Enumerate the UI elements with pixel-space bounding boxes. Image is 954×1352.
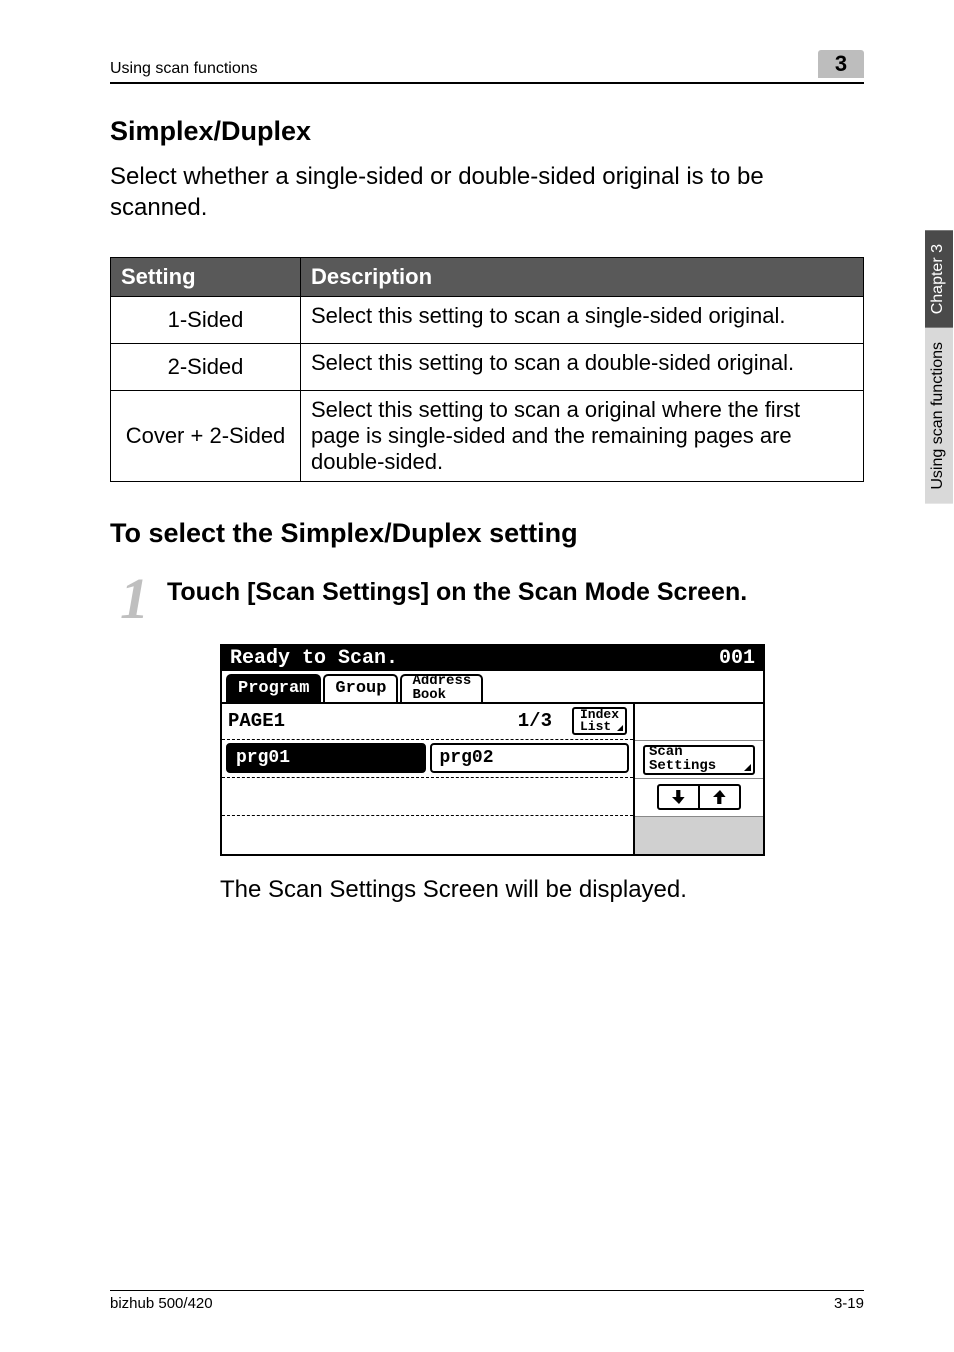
- table-row: 1-Sided Select this setting to scan a si…: [111, 297, 864, 344]
- step-result: The Scan Settings Screen will be display…: [220, 876, 864, 904]
- lcd-page-row: PAGE1 1/3 Index List: [222, 704, 633, 740]
- cell-name: 1-Sided: [111, 297, 301, 344]
- arrow-box: [657, 784, 741, 810]
- slot-empty: [226, 781, 426, 811]
- lcd-panel: Ready to Scan. 001 Program Group Address…: [220, 644, 765, 856]
- arrow-down-icon: [672, 790, 686, 804]
- side-tab: Chapter 3 Using scan functions: [924, 230, 954, 504]
- right-cell-scan-settings: Scan Settings: [635, 741, 763, 779]
- tab-address-book-label: Address Book: [412, 675, 471, 702]
- cell-desc: Select this setting to scan a original w…: [301, 391, 864, 482]
- chapter-pill: 3: [818, 50, 864, 78]
- index-list-label: Index List: [580, 709, 619, 734]
- page-footer: bizhub 500/420 3-19: [110, 1290, 864, 1312]
- tab-address-book[interactable]: Address Book: [400, 674, 483, 702]
- slot-empty: [430, 781, 630, 811]
- page-header: Using scan functions 3: [110, 50, 864, 84]
- lcd-status-text: Ready to Scan.: [230, 649, 398, 669]
- section-title: Simplex/Duplex: [110, 116, 864, 147]
- cell-name: 2-Sided: [111, 344, 301, 391]
- cell-desc: Select this setting to scan a double-sid…: [301, 344, 864, 391]
- step-block: 1 Touch [Scan Settings] on the Scan Mode…: [110, 577, 864, 625]
- scan-settings-label: Scan Settings: [649, 746, 716, 773]
- slot-empty: [226, 819, 426, 849]
- arrow-up-button[interactable]: [700, 786, 739, 808]
- tab-program[interactable]: Program: [226, 674, 321, 702]
- slot-prg02[interactable]: prg02: [430, 743, 630, 773]
- lcd-slot-row-2: [222, 778, 633, 816]
- th-setting: Setting: [111, 258, 301, 297]
- section-intro: Select whether a single-sided or double-…: [110, 161, 864, 223]
- footer-page: 3-19: [834, 1295, 864, 1312]
- footer-model: bizhub 500/420: [110, 1295, 213, 1312]
- slot-empty: [430, 819, 630, 849]
- scan-settings-button[interactable]: Scan Settings: [643, 745, 755, 775]
- right-cell-arrows: [635, 779, 763, 817]
- side-tab-section: Using scan functions: [925, 328, 953, 504]
- lcd-slot-row-1: prg01 prg02: [222, 740, 633, 778]
- lcd-right-pane: Scan Settings: [635, 704, 763, 854]
- lcd-left-pane: PAGE1 1/3 Index List prg01 prg02: [222, 704, 635, 854]
- lcd-page-fraction: 1/3: [518, 710, 552, 732]
- lcd-main: PAGE1 1/3 Index List prg01 prg02: [222, 702, 763, 854]
- table-row: Cover + 2-Sided Select this setting to s…: [111, 391, 864, 482]
- lcd-tabs: Program Group Address Book: [222, 671, 763, 702]
- side-tab-chapter: Chapter 3: [925, 230, 953, 328]
- arrow-up-icon: [713, 790, 727, 804]
- lcd-status-code: 001: [719, 649, 755, 669]
- cell-desc: Select this setting to scan a single-sid…: [301, 297, 864, 344]
- breadcrumb: Using scan functions: [110, 60, 258, 78]
- right-cell-grey: [635, 817, 763, 854]
- lcd-slot-row-3: [222, 816, 633, 854]
- tab-group[interactable]: Group: [323, 674, 398, 702]
- lcd-page-label: PAGE1: [228, 710, 285, 732]
- subsection-title: To select the Simplex/Duplex setting: [110, 518, 864, 549]
- table-row: 2-Sided Select this setting to scan a do…: [111, 344, 864, 391]
- settings-table: Setting Description 1-Sided Select this …: [110, 257, 864, 482]
- step-text: Touch [Scan Settings] on the Scan Mode S…: [167, 577, 864, 608]
- step-number: 1: [120, 573, 149, 625]
- index-list-button[interactable]: Index List: [572, 707, 627, 735]
- right-cell-blank: [635, 704, 763, 742]
- arrow-down-button[interactable]: [659, 786, 700, 808]
- slot-prg01[interactable]: prg01: [226, 743, 426, 773]
- th-description: Description: [301, 258, 864, 297]
- cell-name: Cover + 2-Sided: [111, 391, 301, 482]
- lcd-status-bar: Ready to Scan. 001: [222, 646, 763, 671]
